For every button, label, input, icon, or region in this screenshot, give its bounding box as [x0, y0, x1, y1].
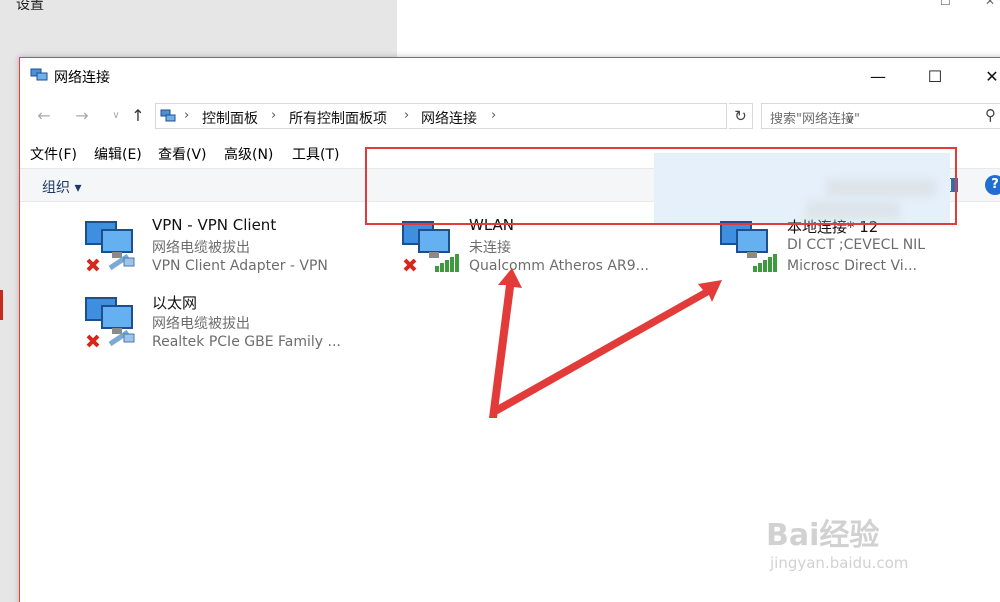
annotation-highlight-box — [365, 147, 957, 225]
menu-file[interactable]: 文件(F) — [30, 144, 77, 164]
search-input[interactable]: 搜索"网络连接" — [761, 103, 1000, 129]
settings-close-icon[interactable]: ✕ — [985, 0, 995, 8]
watermark-url: jingyan.baidu.com — [770, 554, 909, 572]
wired-disconnected-icon — [85, 221, 135, 272]
wifi-connected-icon — [720, 221, 777, 272]
settings-window-title: 设置 — [16, 0, 44, 13]
settings-maximize-icon[interactable]: ☐ — [940, 0, 951, 8]
connection-status: 网络电缆被拔出 — [152, 316, 250, 332]
menu-tools[interactable]: 工具(T) — [292, 144, 339, 164]
connection-adapter: Qualcomm Atheros AR9... — [469, 258, 649, 274]
watermark-logo: Bai经验 — [766, 518, 880, 553]
breadcrumb-control-panel[interactable]: 控制面板 — [202, 108, 258, 128]
wired-disconnected-icon — [85, 297, 135, 348]
forward-arrow-icon[interactable]: → — [72, 106, 92, 125]
up-arrow-icon[interactable]: ↑ — [128, 106, 148, 125]
connection-adapter: VPN Client Adapter - VPN — [152, 258, 328, 274]
search-icon[interactable]: ⚲ — [985, 106, 996, 124]
connection-name: 以太网 — [152, 294, 198, 312]
baidu-jingyan-watermark: Bai经验 jingyan.baidu.com — [766, 492, 966, 582]
minimize-button[interactable]: — — [863, 62, 893, 90]
connection-status: DI CCT ;CEVECL NIL — [787, 237, 926, 253]
settings-selection-marker — [0, 290, 3, 320]
title-bar: 网络连接 — ☐ ✕ — [20, 58, 1000, 94]
breadcrumb-separator[interactable]: › — [491, 108, 496, 123]
breadcrumb-separator[interactable]: › — [184, 108, 189, 123]
menu-view[interactable]: 查看(V) — [158, 144, 207, 164]
connection-adapter: Realtek PCIe GBE Family ... — [152, 334, 341, 350]
address-bar-row: ← → ∨ ↑ › 控制面板 › 所有控制面板项 › 网络连接 › ∨ ↻ 搜索… — [20, 98, 1000, 134]
menu-edit[interactable]: 编辑(E) — [94, 144, 142, 164]
organize-button[interactable]: 组织 ▾ — [42, 177, 81, 197]
maximize-button[interactable]: ☐ — [920, 62, 950, 90]
breadcrumb-all-items[interactable]: 所有控制面板项 — [289, 108, 387, 128]
control-panel-icon — [160, 109, 176, 122]
network-folder-icon — [30, 68, 48, 81]
breadcrumb-network-connections[interactable]: 网络连接 — [421, 108, 477, 128]
refresh-icon[interactable]: ↻ — [729, 103, 753, 129]
connection-name: VPN - VPN Client — [152, 216, 277, 234]
address-box[interactable]: › 控制面板 › 所有控制面板项 › 网络连接 › ∨ — [155, 103, 855, 129]
connection-adapter: Microsc Direct Vi... — [787, 258, 917, 274]
window-title: 网络连接 — [54, 70, 110, 86]
close-button[interactable]: ✕ — [977, 62, 1000, 90]
settings-window-right-area — [397, 0, 1000, 60]
breadcrumb-separator[interactable]: › — [271, 108, 276, 123]
wifi-disconnected-icon — [402, 221, 459, 272]
connection-status: 未连接 — [469, 240, 511, 256]
recent-locations-chevron-icon[interactable]: ∨ — [106, 110, 126, 121]
help-icon[interactable]: ? — [985, 175, 1000, 195]
breadcrumb-separator[interactable]: › — [404, 108, 409, 123]
menu-advanced[interactable]: 高级(N) — [224, 144, 273, 164]
connection-status: 网络电缆被拔出 — [152, 240, 250, 256]
back-arrow-icon[interactable]: ← — [34, 106, 54, 125]
